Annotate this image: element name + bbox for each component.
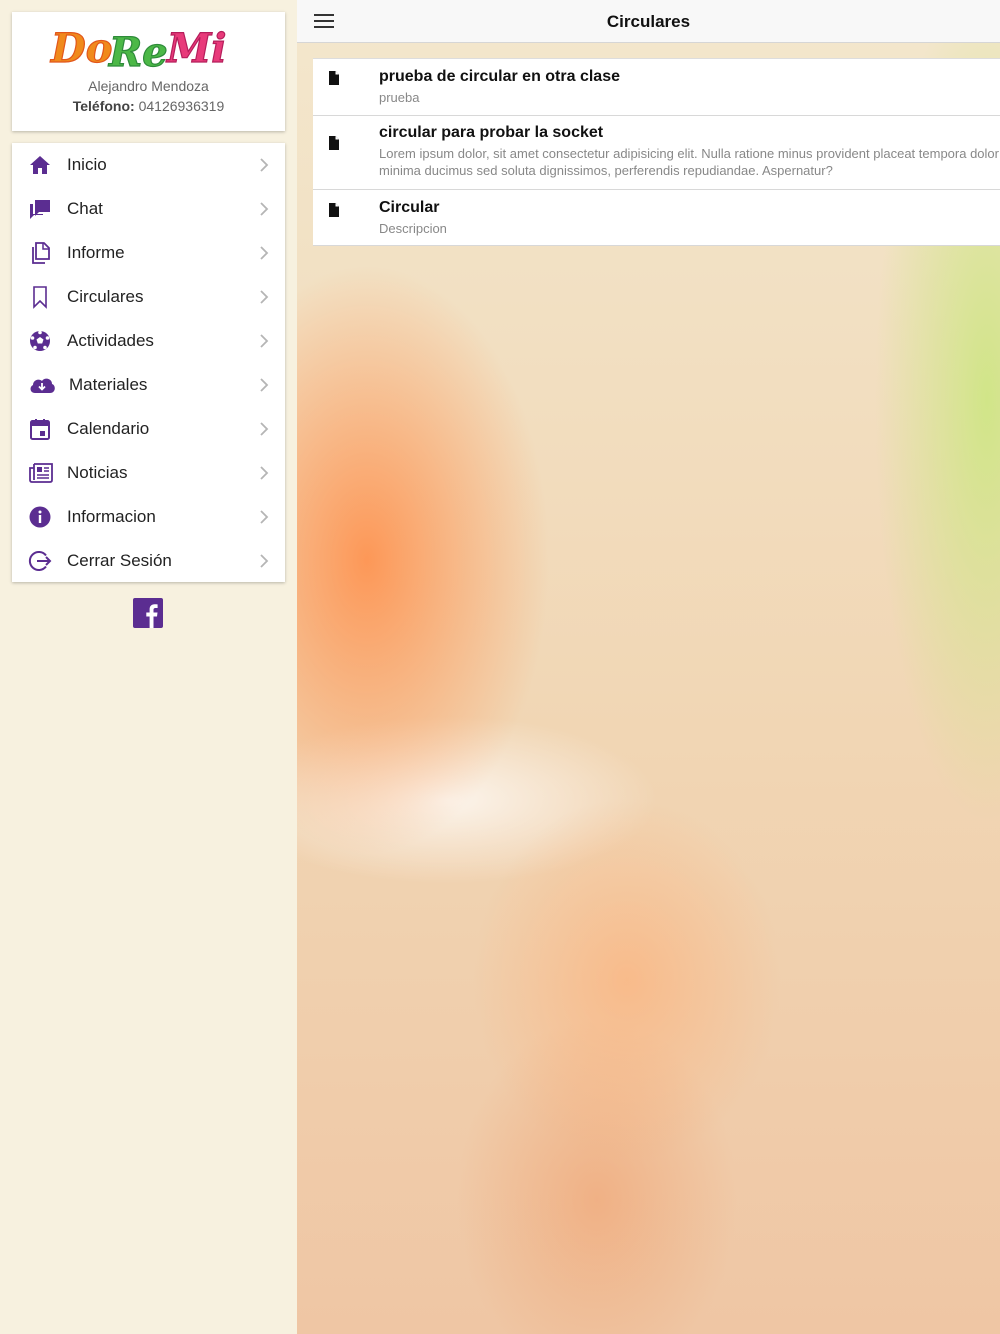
menu-item-label: Inicio [67,155,107,174]
menu-item-cerrar-sesion[interactable]: Cerrar Sesión [12,539,285,583]
side-menu: Do Re Mi Alejandro Mendoza Teléfono: 041… [0,0,297,1334]
menu-item-label: Materiales [69,375,148,394]
circular-description: Descripcion [379,221,447,236]
cloud-download-icon [28,373,55,397]
list-item[interactable]: circular para probar la socket Lorem ips… [313,116,1000,190]
bookmark-icon [28,285,52,309]
list-item[interactable]: Circular Descripcion [313,190,1000,246]
menu-item-materiales[interactable]: Materiales [12,363,285,407]
chevron-right-icon [259,465,269,481]
document-copy-icon [28,241,52,265]
menu-item-informe[interactable]: Informe [12,231,285,275]
home-icon [28,153,52,177]
menu-item-inicio[interactable]: Inicio [12,143,285,187]
soccer-ball-icon [28,329,52,353]
menu-item-label: Chat [67,199,103,218]
menu-item-label: Calendario [67,419,150,438]
file-icon [329,136,339,150]
menu-list: Inicio Chat Informe Circulares Actividad… [12,143,285,582]
phone-label: Teléfono: [72,98,135,114]
chevron-right-icon [259,157,269,173]
chevron-right-icon [259,553,269,569]
circular-title: Circular [379,199,440,216]
menu-item-label: Informe [67,243,125,262]
chevron-right-icon [259,245,269,261]
newspaper-icon [28,461,53,485]
list-item[interactable]: prueba de circular en otra clase prueba [313,59,1000,116]
svg-text:Re: Re [108,29,168,74]
profile-name: Alejandro Mendoza [88,78,209,94]
chevron-right-icon [259,289,269,305]
info-icon [28,505,52,529]
toolbar: Circulares [297,0,1000,43]
menu-item-actividades[interactable]: Actividades [12,319,285,363]
menu-item-chat[interactable]: Chat [12,187,285,231]
menu-item-informacion[interactable]: Informacion [12,495,285,539]
circulars-list: prueba de circular en otra clase prueba … [313,58,1000,246]
chevron-right-icon [259,333,269,349]
menu-item-label: Actividades [67,331,154,350]
circular-description: prueba [379,90,420,105]
file-icon [329,203,339,217]
phone-value: 04126936319 [138,98,225,114]
menu-item-noticias[interactable]: Noticias [12,451,285,495]
chevron-right-icon [259,509,269,525]
chevron-right-icon [259,421,269,437]
calendar-icon [28,417,52,441]
chat-icon [28,197,52,221]
svg-text:Do: Do [50,25,112,72]
menu-item-label: Noticias [67,463,128,482]
page-title: Circulares [606,12,691,31]
profile-phone: Teléfono: 04126936319 [12,98,285,114]
circular-title: prueba de circular en otra clase [379,68,620,85]
svg-text:Mi: Mi [165,25,226,72]
facebook-icon[interactable] [133,598,163,628]
menu-item-calendario[interactable]: Calendario [12,407,285,451]
profile-card: Do Re Mi Alejandro Mendoza Teléfono: 041… [12,12,285,131]
logout-icon [28,549,52,573]
menu-item-circulares[interactable]: Circulares [12,275,285,319]
file-icon [329,71,339,85]
menu-item-label: Cerrar Sesión [67,551,172,570]
main-content: Circulares prueba de circular en otra cl… [297,0,1000,1334]
menu-item-label: Informacion [67,507,156,526]
chevron-right-icon [259,201,269,217]
circular-description: Lorem ipsum dolor, sit amet consectetur … [379,146,999,178]
chevron-right-icon [259,377,269,393]
doremi-logo: Do Re Mi [12,18,285,82]
menu-item-label: Circulares [67,287,144,306]
circular-title: circular para probar la socket [379,124,604,141]
